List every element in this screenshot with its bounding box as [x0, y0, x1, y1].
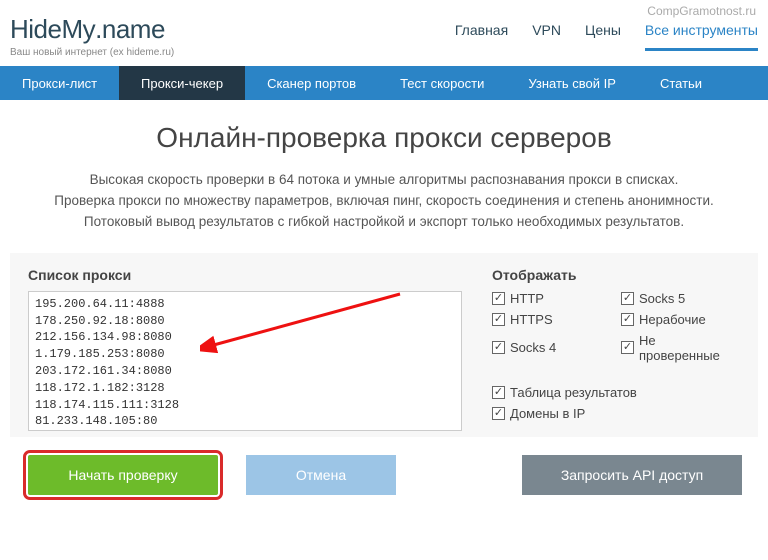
- checkmark-icon: ✓: [621, 292, 634, 305]
- request-api-button[interactable]: Запросить API доступ: [522, 455, 742, 495]
- checkbox-grid: ✓ HTTP ✓ Socks 5 ✓ HTTPS ✓ Нерабочие ✓ Socks …: [492, 291, 740, 421]
- logo-part3: .name: [95, 14, 165, 44]
- annotation-arrow-icon: [200, 288, 410, 358]
- logo-block: HideMy.name Ваш новый интернет (ex hidem…: [10, 14, 174, 58]
- check-table-label: Таблица результатов: [510, 385, 637, 400]
- display-label: Отображать: [492, 267, 740, 283]
- check-unchecked-label: Не проверенные: [639, 333, 740, 363]
- subnav-articles[interactable]: Статьи: [638, 66, 724, 100]
- nav-main[interactable]: Главная: [455, 22, 508, 51]
- subnav-port-scanner[interactable]: Сканер портов: [245, 66, 378, 100]
- subnav-proxy-list[interactable]: Прокси-лист: [0, 66, 119, 100]
- button-row: Начать проверку Отмена Запросить API дос…: [0, 437, 768, 495]
- check-table[interactable]: ✓ Таблица результатов: [492, 385, 740, 400]
- logo-part1: Hide: [10, 14, 61, 44]
- logo-part2: My: [61, 14, 95, 44]
- check-broken[interactable]: ✓ Нерабочие: [621, 312, 740, 327]
- desc-line2: Проверка прокси по множеству параметров,…: [18, 191, 750, 212]
- proxy-list-label: Список прокси: [28, 267, 462, 283]
- check-unchecked[interactable]: ✓ Не проверенные: [621, 333, 740, 363]
- check-socks4-label: Socks 4: [510, 340, 556, 355]
- nav-vpn[interactable]: VPN: [532, 22, 561, 51]
- check-socks4[interactable]: ✓ Socks 4: [492, 333, 611, 363]
- check-domains-label: Домены в IP: [510, 406, 585, 421]
- check-broken-label: Нерабочие: [639, 312, 706, 327]
- check-http[interactable]: ✓ HTTP: [492, 291, 611, 306]
- checkmark-icon: ✓: [492, 292, 505, 305]
- checkmark-icon: ✓: [492, 386, 505, 399]
- check-http-label: HTTP: [510, 291, 544, 306]
- start-check-button[interactable]: Начать проверку: [28, 455, 218, 495]
- check-domains[interactable]: ✓ Домены в IP: [492, 406, 740, 421]
- tagline: Ваш новый интернет (ex hideme.ru): [10, 47, 174, 58]
- subnav-my-ip[interactable]: Узнать свой IP: [506, 66, 638, 100]
- page-description: Высокая скорость проверки в 64 потока и …: [0, 170, 768, 233]
- checkmark-icon: ✓: [492, 407, 505, 420]
- cancel-button[interactable]: Отмена: [246, 455, 396, 495]
- checkmark-icon: ✓: [621, 313, 634, 326]
- nav-prices[interactable]: Цены: [585, 22, 621, 51]
- check-socks5[interactable]: ✓ Socks 5: [621, 291, 740, 306]
- checkmark-icon: ✓: [492, 313, 505, 326]
- desc-line3: Потоковый вывод результатов с гибкой нас…: [18, 212, 750, 233]
- subnav-speed-test[interactable]: Тест скорости: [378, 66, 506, 100]
- nav-tools[interactable]: Все инструменты: [645, 22, 758, 51]
- checkmark-icon: ✓: [492, 341, 505, 354]
- check-https[interactable]: ✓ HTTPS: [492, 312, 611, 327]
- subnav-proxy-checker[interactable]: Прокси-чекер: [119, 66, 245, 100]
- watermark-text: CompGramotnost.ru: [647, 4, 756, 18]
- page-title: Онлайн-проверка прокси серверов: [0, 122, 768, 154]
- check-https-label: HTTPS: [510, 312, 553, 327]
- check-socks5-label: Socks 5: [639, 291, 685, 306]
- checkmark-icon: ✓: [621, 341, 634, 354]
- top-nav: Главная VPN Цены Все инструменты: [455, 14, 758, 51]
- sub-nav: Прокси-лист Прокси-чекер Сканер портов Т…: [0, 66, 768, 100]
- desc-line1: Высокая скорость проверки в 64 потока и …: [18, 170, 750, 191]
- display-options-column: Отображать ✓ HTTP ✓ Socks 5 ✓ HTTPS ✓ Нерабо…: [492, 267, 740, 431]
- site-logo[interactable]: HideMy.name: [10, 14, 174, 45]
